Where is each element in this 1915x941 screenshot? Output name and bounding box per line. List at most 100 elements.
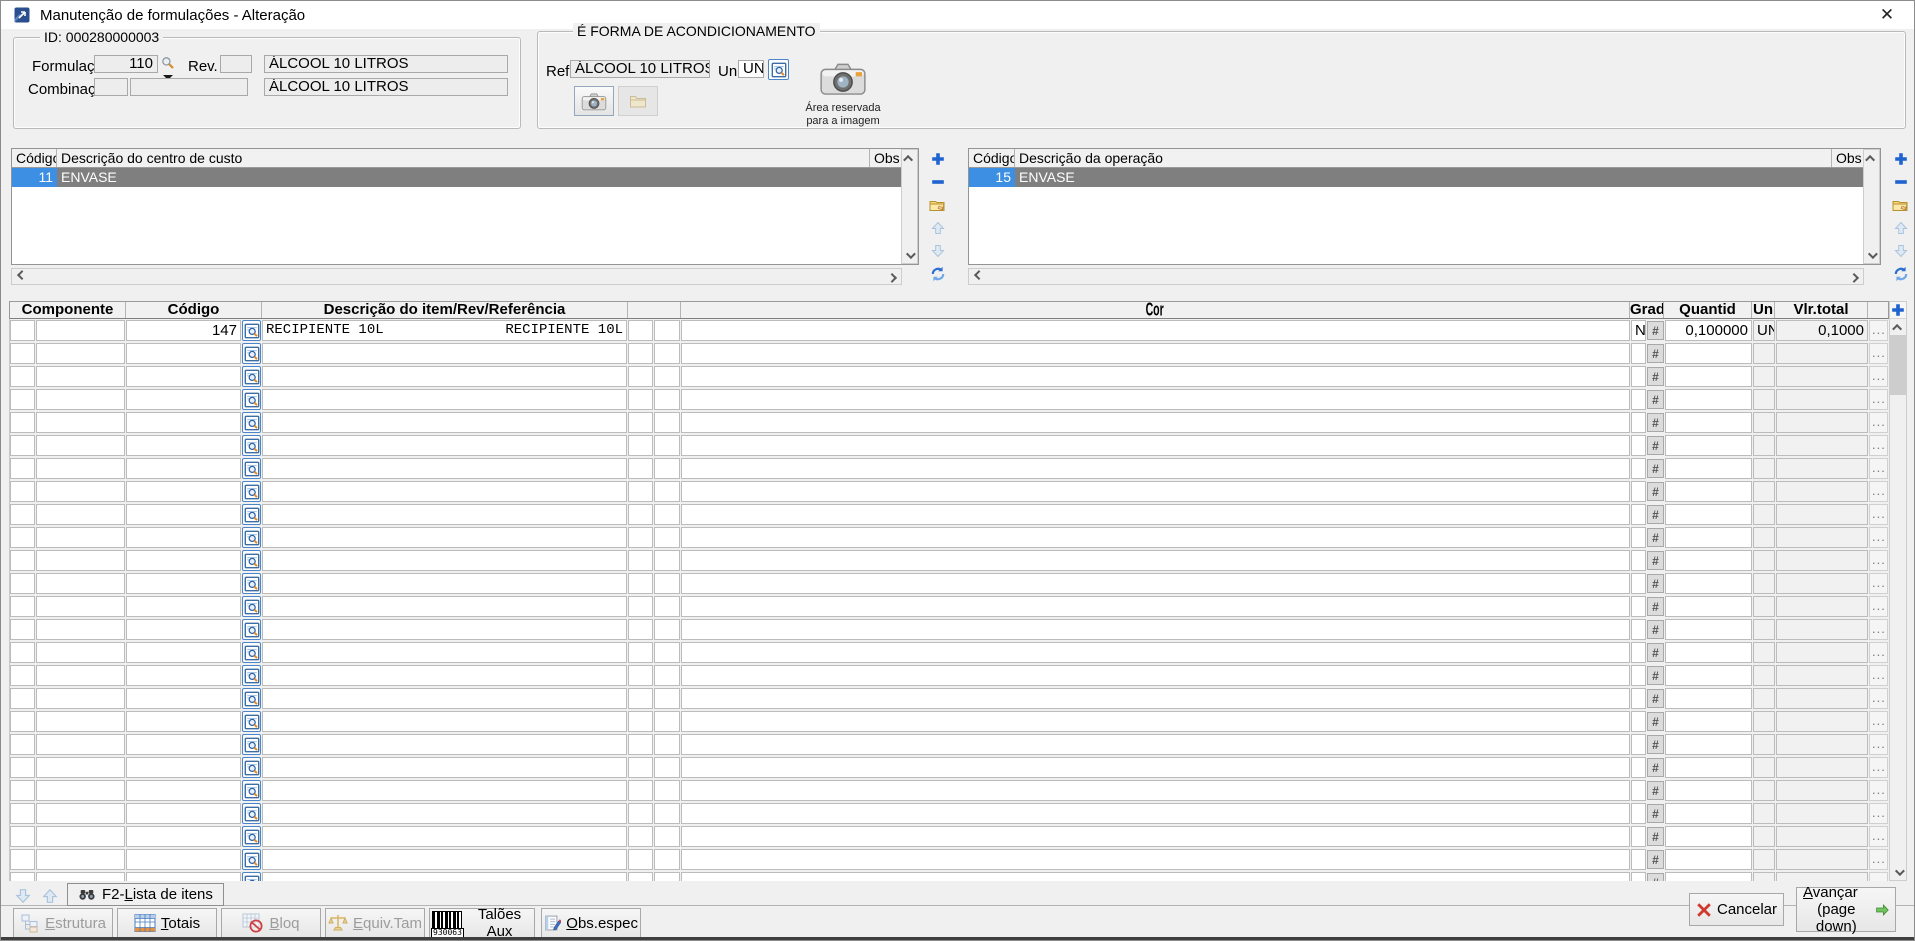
componente-cell-2[interactable] (36, 550, 125, 571)
quantid-cell[interactable] (1665, 550, 1752, 571)
aux-cell-1[interactable] (628, 872, 653, 881)
descricao-cell[interactable]: RECIPIENTE 10L RECIPIENTE 10L (262, 320, 627, 341)
vlr-total-cell[interactable] (1776, 573, 1868, 594)
bloq-button[interactable]: Bloq (221, 908, 321, 938)
un-cell[interactable] (1753, 872, 1775, 881)
move-down-icon[interactable] (927, 240, 949, 262)
cor-cell[interactable] (681, 619, 1630, 640)
scroll-left-arrow[interactable] (12, 269, 28, 284)
cor-cell[interactable] (681, 757, 1630, 778)
item-lookup-button[interactable] (242, 435, 261, 456)
codigo-cell[interactable] (126, 389, 241, 410)
un-cell[interactable] (1753, 826, 1775, 847)
cancel-button[interactable]: Cancelar (1689, 893, 1784, 926)
grade-hash-button[interactable]: # (1647, 643, 1664, 662)
componente-cell-1[interactable] (10, 596, 35, 617)
grade-cell[interactable] (1631, 481, 1646, 502)
refresh-icon[interactable] (1890, 263, 1912, 285)
aux-cell-2[interactable] (654, 826, 680, 847)
un-cell[interactable] (1753, 389, 1775, 410)
grade-cell[interactable] (1631, 642, 1646, 663)
componente-cell-1[interactable] (10, 527, 35, 548)
aux-cell-2[interactable] (654, 757, 680, 778)
componente-cell-1[interactable] (10, 573, 35, 594)
move-down-icon[interactable] (1890, 240, 1912, 262)
item-lookup-button[interactable] (242, 343, 261, 364)
item-lookup-button[interactable] (242, 527, 261, 548)
aux-cell-1[interactable] (628, 412, 653, 433)
operation-row-obs[interactable] (1832, 168, 1864, 187)
componente-cell-1[interactable] (10, 757, 35, 778)
aux-cell-1[interactable] (628, 389, 653, 410)
un-cell[interactable] (1753, 803, 1775, 824)
grade-hash-button[interactable]: # (1647, 413, 1664, 432)
cor-cell[interactable] (681, 481, 1630, 502)
componente-cell-2[interactable] (36, 734, 125, 755)
vlr-total-cell[interactable] (1776, 734, 1868, 755)
table-row[interactable]: # ... (10, 549, 1889, 572)
componente-cell-2[interactable] (36, 481, 125, 502)
codigo-cell[interactable] (126, 780, 241, 801)
un-cell[interactable] (1753, 665, 1775, 686)
aux-cell-1[interactable] (628, 550, 653, 571)
item-lookup-button[interactable] (242, 458, 261, 479)
aux-cell-1[interactable] (628, 688, 653, 709)
quantid-cell[interactable] (1665, 872, 1752, 881)
vlr-total-cell[interactable] (1776, 504, 1868, 525)
aux-cell-1[interactable] (628, 481, 653, 502)
un-cell[interactable] (1753, 780, 1775, 801)
vlr-total-cell[interactable] (1776, 849, 1868, 870)
grade-hash-button[interactable]: # (1647, 781, 1664, 800)
codigo-cell[interactable] (126, 665, 241, 686)
cor-cell[interactable] (681, 826, 1630, 847)
descricao-cell[interactable] (262, 596, 627, 617)
componente-cell-1[interactable] (10, 872, 35, 881)
aux-cell-2[interactable] (654, 688, 680, 709)
codigo-cell[interactable] (126, 642, 241, 663)
table-row[interactable]: # ... (10, 595, 1889, 618)
aux-cell-2[interactable] (654, 550, 680, 571)
table-row[interactable]: # ... (10, 503, 1889, 526)
componente-cell-2[interactable] (36, 826, 125, 847)
cost-row-descricao[interactable]: ENVASE (57, 168, 870, 187)
componente-cell-1[interactable] (10, 803, 35, 824)
vlr-total-cell[interactable] (1776, 389, 1868, 410)
vlr-total-cell[interactable] (1776, 780, 1868, 801)
formulacao-field[interactable]: 110 (94, 55, 158, 73)
componente-cell-2[interactable] (36, 619, 125, 640)
grade-hash-button[interactable]: # (1647, 505, 1664, 524)
aux-cell-1[interactable] (628, 711, 653, 732)
grade-cell[interactable] (1631, 803, 1646, 824)
aux-cell-2[interactable] (654, 872, 680, 881)
vlr-total-cell[interactable] (1776, 688, 1868, 709)
row-more-button[interactable]: ... (1869, 757, 1888, 778)
aux-cell-2[interactable] (654, 665, 680, 686)
row-more-button[interactable]: ... (1869, 366, 1888, 387)
codigo-cell[interactable] (126, 343, 241, 364)
grade-hash-button[interactable]: # (1647, 620, 1664, 639)
table-row[interactable]: # ... (10, 664, 1889, 687)
table-row[interactable]: # ... (10, 825, 1889, 848)
aux-cell-2[interactable] (654, 619, 680, 640)
vlr-total-cell[interactable] (1776, 803, 1868, 824)
descricao-cell[interactable] (262, 389, 627, 410)
grade-hash-button[interactable]: # (1647, 574, 1664, 593)
cost-grid-hscrollbar[interactable] (11, 268, 902, 285)
vlr-total-cell[interactable] (1776, 665, 1868, 686)
row-more-button[interactable]: ... (1869, 527, 1888, 548)
row-more-button[interactable]: ... (1869, 573, 1888, 594)
quantid-cell[interactable] (1665, 504, 1752, 525)
un-cell[interactable] (1753, 458, 1775, 479)
cost-grid-row[interactable]: 11 ENVASE (12, 168, 902, 187)
row-more-button[interactable]: ... (1869, 550, 1888, 571)
componente-cell-1[interactable] (10, 619, 35, 640)
item-lookup-button[interactable] (242, 619, 261, 640)
codigo-cell[interactable] (126, 596, 241, 617)
componente-cell-2[interactable] (36, 435, 125, 456)
aux-cell-1[interactable] (628, 343, 653, 364)
aux-cell-2[interactable] (654, 320, 680, 341)
cor-cell[interactable] (681, 596, 1630, 617)
header-vlr-total[interactable]: Vlr.total (1775, 302, 1868, 318)
cor-cell[interactable] (681, 780, 1630, 801)
scrollbar-thumb[interactable] (1890, 335, 1906, 395)
